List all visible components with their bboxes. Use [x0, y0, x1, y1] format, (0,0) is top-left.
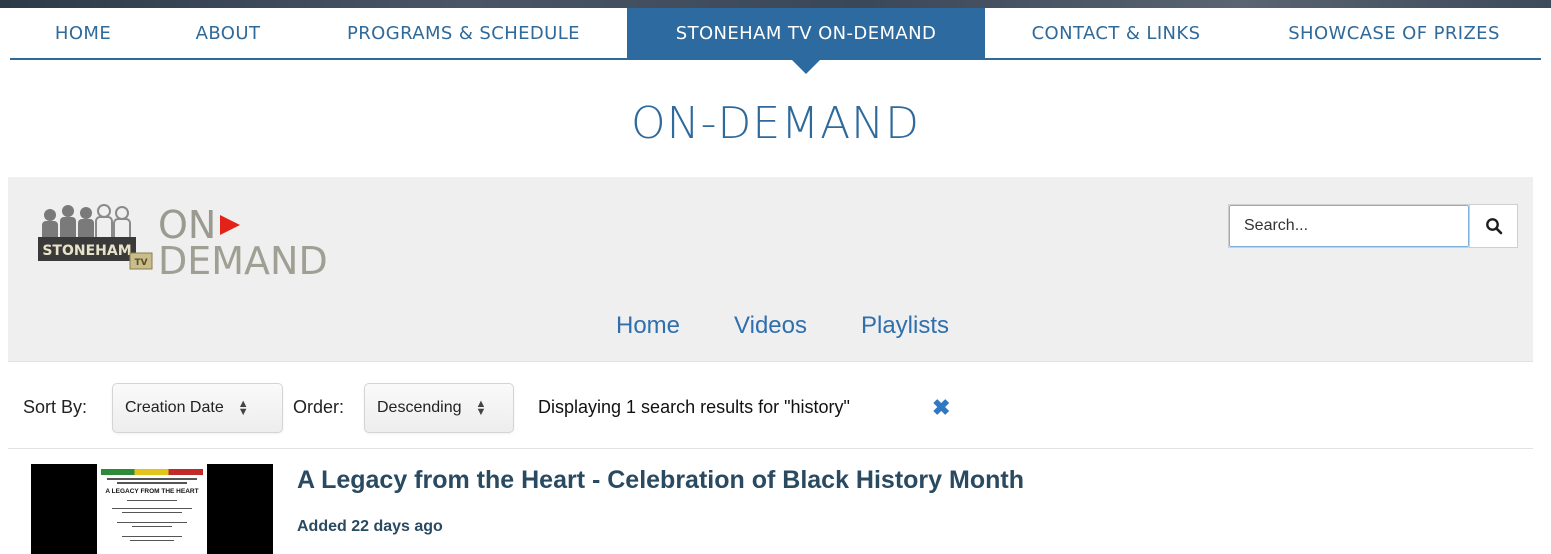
search-input[interactable] [1229, 205, 1469, 247]
result-added-date: Added 22 days ago [297, 518, 443, 535]
close-icon[interactable]: ✖ [932, 397, 950, 419]
select-arrows-icon: ▲ ▼ [237, 398, 249, 418]
stoneham-people-logo-icon: STONEHAM TV [38, 204, 153, 270]
nav-stoneham-tv-on-demand[interactable]: STONEHAM TV ON-DEMAND [627, 8, 985, 74]
ondemand-subnav: Home Videos Playlists [616, 312, 949, 340]
thumbnail-color-bar [101, 469, 203, 475]
result-thumbnail[interactable]: A LEGACY FROM THE HEART [31, 464, 273, 554]
stoneham-on-demand-logo[interactable]: STONEHAM TV ON DEMAND [32, 201, 332, 283]
ondemand-header: STONEHAM TV ON DEMAND Home Videos Playli… [8, 177, 1533, 361]
thumbnail-poster: A LEGACY FROM THE HEART [97, 464, 207, 554]
sort-by-label: Sort By: [23, 397, 88, 417]
subnav-videos[interactable]: Videos [734, 312, 807, 340]
main-nav: HOME ABOUT PROGRAMS & SCHEDULE STONEHAM … [10, 8, 1541, 74]
search-results-text: Displaying 1 search results for "history… [538, 397, 850, 417]
select-arrows-icon: ▲ ▼ [475, 398, 487, 418]
svg-text:TV: TV [134, 258, 147, 268]
nav-showcase-of-prizes[interactable]: SHOWCASE OF PRIZES [1247, 8, 1541, 58]
search-box [1228, 204, 1518, 248]
top-banner-strip [0, 0, 1551, 8]
order-value: Descending [377, 399, 462, 416]
nav-contact-links[interactable]: CONTACT & LINKS [985, 8, 1247, 58]
search-button[interactable] [1469, 205, 1517, 247]
page-title: ON-DEMAND [631, 98, 920, 149]
nav-programs-schedule[interactable]: PROGRAMS & SCHEDULE [300, 8, 627, 58]
order-label: Order: [293, 397, 345, 417]
subnav-playlists[interactable]: Playlists [861, 312, 949, 340]
order-select[interactable]: Descending ▲ ▼ [364, 383, 514, 433]
svg-text:STONEHAM: STONEHAM [42, 243, 131, 259]
result-title-link[interactable]: A Legacy from the Heart - Celebration of… [297, 466, 1024, 495]
sort-by-value: Creation Date [125, 399, 224, 416]
search-icon [1485, 218, 1502, 235]
logo-demand-text: DEMAND [158, 239, 328, 283]
thumbnail-heading: A LEGACY FROM THE HEART [105, 488, 199, 495]
sort-by-select[interactable]: Creation Date ▲ ▼ [112, 383, 283, 433]
nav-home[interactable]: HOME [10, 8, 156, 58]
subnav-home[interactable]: Home [616, 312, 680, 340]
play-icon [220, 215, 240, 235]
nav-about[interactable]: ABOUT [156, 8, 300, 58]
sort-bar: Sort By: Creation Date ▲ ▼ Order: Descend… [8, 361, 1533, 449]
